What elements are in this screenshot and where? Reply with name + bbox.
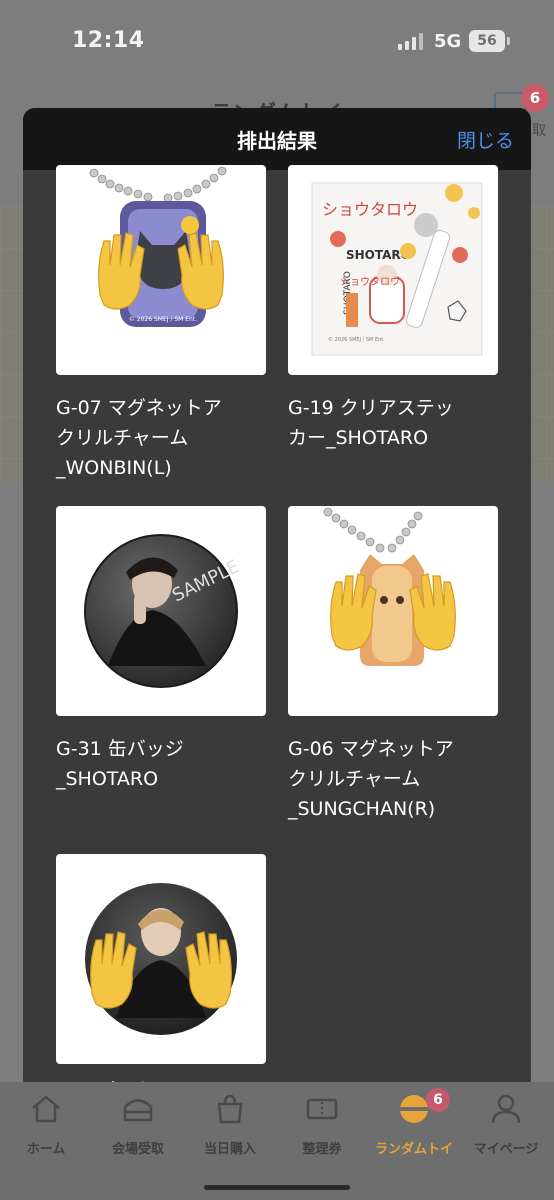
person-icon bbox=[491, 1094, 521, 1124]
gift-label: 取 bbox=[532, 123, 546, 139]
tab-label: マイページ bbox=[473, 1142, 539, 1157]
venue-icon bbox=[123, 1099, 153, 1122]
svg-text:© 2026 SMEJ / SM Ent.: © 2026 SMEJ / SM Ent. bbox=[129, 316, 197, 323]
item-label-line: クリルチャーム bbox=[288, 768, 421, 790]
item-label-line: G-07 マグネットア bbox=[56, 397, 222, 419]
item-label: G-31 缶バッジ _SHOTARO bbox=[56, 734, 276, 794]
tab-random-toy[interactable]: 6 ランダムトイ bbox=[368, 1088, 460, 1158]
tab-label: 会場受取 bbox=[111, 1142, 164, 1157]
tab-venue[interactable]: 会場受取 bbox=[92, 1092, 184, 1158]
item-label-line: _SHOTARO bbox=[56, 768, 159, 790]
modal-title: 排出結果 bbox=[237, 129, 317, 153]
shopping-bag-icon bbox=[217, 1094, 243, 1124]
item-image-acrylic-charm: © 2026 SMEJ / SM Ent. bbox=[56, 165, 266, 375]
tab-label: 整理券 bbox=[302, 1142, 342, 1157]
svg-text:ショウタロウ: ショウタロウ bbox=[340, 276, 400, 288]
status-time: 12:14 bbox=[72, 28, 145, 53]
svg-text:ショウタロウ: ショウタロウ bbox=[322, 200, 418, 219]
modal-header: 排出結果 閉じる bbox=[23, 108, 531, 170]
tab-label: ホーム bbox=[26, 1142, 66, 1157]
svg-text:© 2026 SMEJ / SM Ent.: © 2026 SMEJ / SM Ent. bbox=[328, 336, 385, 343]
item-label-line: G-19 クリアステッ bbox=[288, 397, 454, 419]
item-label: G-06 マグネットア クリルチャーム _SUNGCHAN(R) bbox=[288, 734, 508, 824]
item-label-line: G-06 マグネットア bbox=[288, 738, 454, 760]
network-type: 5G bbox=[434, 31, 462, 52]
item-image-clear-sticker: ショウタロウ SHOTARO SHOTARO ショウタロウ © 2026 SME… bbox=[288, 165, 498, 375]
item-image-can-badge: SAMPLE bbox=[56, 506, 266, 716]
tab-my-page[interactable]: マイページ bbox=[460, 1092, 552, 1158]
tab-label: ランダムトイ bbox=[374, 1142, 453, 1157]
item-label-line: クリルチャーム bbox=[56, 427, 189, 449]
item-label-line: _WONBIN(L) bbox=[56, 457, 172, 479]
item-image-acrylic-charm bbox=[288, 506, 498, 716]
tab-badge: 6 bbox=[426, 1088, 450, 1112]
tab-home[interactable]: ホーム bbox=[0, 1092, 92, 1158]
tab-ticket[interactable]: 整理券 bbox=[276, 1092, 368, 1158]
status-bar: 12:14 5G 56 bbox=[0, 0, 554, 84]
result-modal: 排出結果 閉じる © 2026 SMEJ / SM Ent. G-07 マグネッ… bbox=[23, 108, 531, 1091]
bottom-tab-bar: ホーム 会場受取 当日購入 整理券 6 ランダムトイ マイページ bbox=[0, 1082, 554, 1200]
item-label: G-19 クリアステッ カー_SHOTARO bbox=[288, 393, 508, 453]
battery-tip bbox=[507, 37, 510, 45]
item-label-line: G-31 缶バッジ bbox=[56, 738, 184, 760]
item-image-can-badge bbox=[56, 854, 266, 1064]
battery-icon: 56 bbox=[469, 30, 505, 52]
ticket-icon bbox=[306, 1098, 338, 1120]
tab-same-day[interactable]: 当日購入 bbox=[184, 1092, 276, 1158]
home-indicator[interactable] bbox=[204, 1185, 350, 1190]
item-label: G-07 マグネットア クリルチャーム _WONBIN(L) bbox=[56, 393, 276, 483]
item-label-line: カー_SHOTARO bbox=[288, 427, 429, 449]
tab-label: 当日購入 bbox=[203, 1142, 256, 1157]
close-button[interactable]: 閉じる bbox=[457, 126, 514, 153]
signal-icon bbox=[398, 32, 424, 50]
item-label-line: _SUNGCHAN(R) bbox=[288, 798, 436, 820]
home-icon bbox=[32, 1095, 60, 1123]
